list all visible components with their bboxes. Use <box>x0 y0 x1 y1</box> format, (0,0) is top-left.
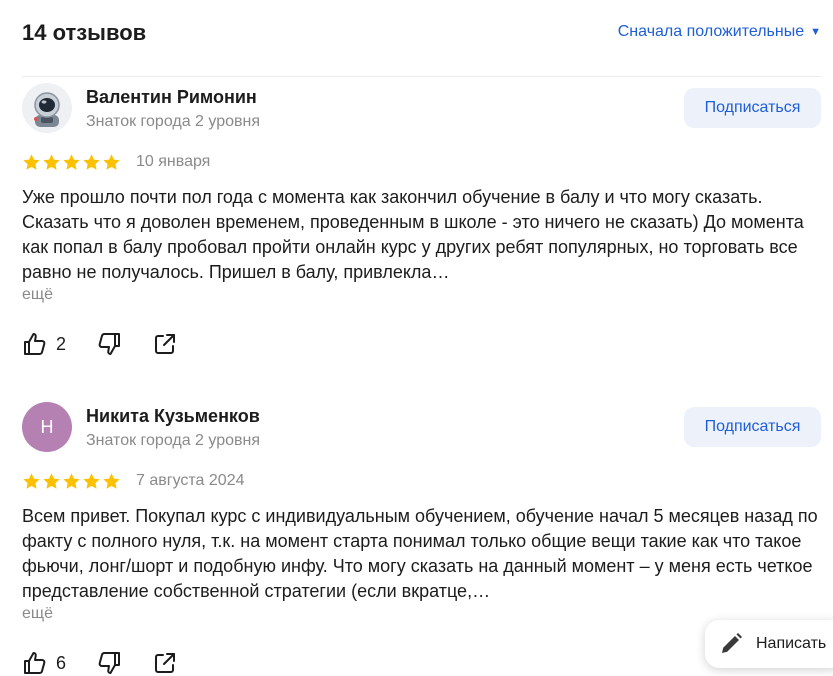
author-name[interactable]: Валентин Римонин <box>86 87 257 108</box>
rating-stars <box>22 153 121 172</box>
sort-dropdown[interactable]: Сначала положительные ▼ <box>618 23 821 41</box>
star-icon <box>23 473 40 489</box>
write-review-button[interactable]: Написать <box>705 620 833 668</box>
like-button[interactable]: 6 <box>22 650 96 676</box>
thumbs-up-icon <box>24 652 46 674</box>
star-icon <box>43 154 60 170</box>
more-link[interactable]: ещё <box>22 286 53 304</box>
share-icon <box>155 653 175 673</box>
reviews-header: 14 отзывов Сначала положительные ▼ <box>22 18 821 48</box>
more-link[interactable]: ещё <box>22 605 53 623</box>
thumbs-up-icon <box>24 333 46 355</box>
review-text: Всем привет. Покупал курс с индивидуальн… <box>22 506 818 601</box>
review-date: 10 января <box>136 153 211 170</box>
review-actions: 6 <box>22 650 178 676</box>
avatar[interactable] <box>22 83 72 133</box>
rating-stars <box>22 472 121 491</box>
share-button[interactable] <box>152 650 178 676</box>
subscribe-button[interactable]: Подписаться <box>684 407 821 447</box>
share-icon <box>155 334 175 354</box>
star-icon <box>103 473 120 489</box>
author-name[interactable]: Никита Кузьменков <box>86 406 260 427</box>
author-level: Знаток города 2 уровня <box>86 432 261 449</box>
star-icon <box>83 473 100 489</box>
review-date: 7 августа 2024 <box>136 472 245 489</box>
star-icon <box>63 473 80 489</box>
share-button[interactable] <box>152 331 178 357</box>
pencil-icon <box>722 633 742 653</box>
star-icon <box>103 154 120 170</box>
avatar[interactable]: Н <box>22 402 72 452</box>
review-actions: 2 <box>22 331 178 357</box>
subscribe-button[interactable]: Подписаться <box>684 88 821 128</box>
star-icon <box>23 154 40 170</box>
star-icon <box>43 473 60 489</box>
write-review-label: Написать <box>756 635 827 652</box>
astronaut-avatar-icon <box>34 92 60 127</box>
avatar-letter: Н <box>40 416 54 437</box>
sort-label: Сначала положительные <box>617 23 805 40</box>
like-button[interactable]: 2 <box>22 331 96 357</box>
dislike-button[interactable] <box>96 650 152 676</box>
review-text: Уже прошло почти пол года с момента как … <box>22 187 804 282</box>
like-count: 6 <box>56 652 67 673</box>
author-level: Знаток города 2 уровня <box>86 113 261 130</box>
like-count: 2 <box>56 333 67 354</box>
star-icon <box>83 154 100 170</box>
caret-down-icon: ▼ <box>810 26 821 38</box>
header-divider <box>22 76 821 77</box>
star-icon <box>63 154 80 170</box>
thumbs-down-icon <box>98 333 120 355</box>
dislike-button[interactable] <box>96 331 152 357</box>
thumbs-down-icon <box>98 652 120 674</box>
reviews-count-title: 14 отзывов <box>22 20 147 45</box>
